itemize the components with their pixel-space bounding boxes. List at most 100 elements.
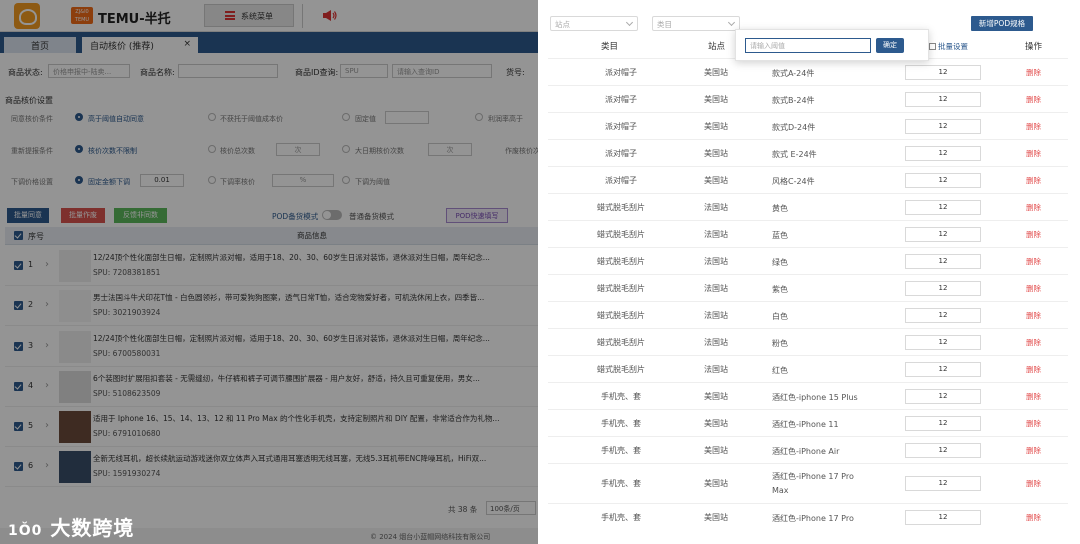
spec-row: 派对帽子 美国站 款式D-24件 12 删除: [548, 112, 1068, 139]
add-pod-spec-button[interactable]: 新增POD规格: [971, 16, 1033, 31]
spec-row: 蜡式脱毛刮片 法国站 白色 12 删除: [548, 301, 1068, 328]
spec-name: 黄色: [772, 204, 788, 213]
watermark: 1Ŏ0 大数跨境: [8, 512, 134, 541]
threshold-value-input[interactable]: 12: [905, 200, 981, 215]
delete-link[interactable]: 删除: [1026, 121, 1041, 132]
spec-category: 手机壳、套: [601, 419, 641, 428]
delete-link[interactable]: 删除: [1026, 202, 1041, 213]
delete-link[interactable]: 删除: [1026, 67, 1041, 78]
threshold-value-input[interactable]: 12: [905, 92, 981, 107]
spec-row: 蜡式脱毛刮片 法国站 紫色 12 删除: [548, 274, 1068, 301]
spec-name: 款式B-24件: [772, 96, 815, 105]
spec-name: 风格C-24件: [772, 177, 815, 186]
bulk-set-label: 批量设置: [938, 42, 968, 51]
delete-link[interactable]: 删除: [1026, 364, 1041, 375]
threshold-value-input[interactable]: 12: [905, 65, 981, 80]
delete-link[interactable]: 删除: [1026, 256, 1041, 267]
spec-row: 手机壳、套 美国站 酒红色-iPhone 11 12 删除: [548, 409, 1068, 436]
threshold-value-input[interactable]: 12: [905, 227, 981, 242]
spec-site: 美国站: [704, 122, 728, 131]
spec-category: 手机壳、套: [601, 392, 641, 401]
spec-name: 酒红色-iPhone Air: [772, 447, 840, 456]
spec-name: 酒红色-iPhone 11: [772, 420, 839, 429]
spec-site: 美国站: [704, 68, 728, 77]
spec-site: 法国站: [704, 257, 728, 266]
spec-site: 美国站: [704, 419, 728, 428]
spec-category: 派对帽子: [605, 122, 637, 131]
col-site: 站点: [708, 42, 726, 52]
category-select[interactable]: 类目: [652, 16, 740, 31]
spec-category: 蜡式脱毛刮片: [597, 257, 645, 266]
threshold-value-input[interactable]: 12: [905, 389, 981, 404]
spec-site: 法国站: [704, 230, 728, 239]
threshold-value-input[interactable]: 12: [905, 510, 981, 525]
spec-site: 法国站: [704, 311, 728, 320]
spec-category: 手机壳、套: [601, 513, 641, 522]
threshold-value-input[interactable]: 12: [905, 281, 981, 296]
delete-link[interactable]: 删除: [1026, 512, 1041, 523]
spec-row: 手机壳、套 美国站 酒红色-iPhone Air 12 删除: [548, 436, 1068, 463]
spec-name: 款式 E-24件: [772, 150, 817, 159]
spec-category: 蜡式脱毛刮片: [597, 203, 645, 212]
spec-name: 紫色: [772, 285, 788, 294]
spec-category: 派对帽子: [605, 176, 637, 185]
spec-site: 美国站: [704, 149, 728, 158]
spec-name: 白色: [772, 312, 788, 321]
delete-link[interactable]: 删除: [1026, 175, 1041, 186]
spec-row: 蜡式脱毛刮片 法国站 粉色 12 删除: [548, 328, 1068, 355]
col-category: 类目: [601, 42, 619, 52]
delete-link[interactable]: 删除: [1026, 391, 1041, 402]
delete-link[interactable]: 删除: [1026, 445, 1041, 456]
spec-category: 蜡式脱毛刮片: [597, 284, 645, 293]
watermark-logo: 1Ŏ0: [8, 523, 43, 539]
threshold-value-input[interactable]: 12: [905, 146, 981, 161]
watermark-text: 大数跨境: [50, 516, 135, 540]
spec-site: 美国站: [704, 513, 728, 522]
spec-row: 手机壳、套 美国站 酒红色-iPhone 17 Pro 12 删除: [548, 503, 1068, 530]
threshold-value-input[interactable]: 12: [905, 335, 981, 350]
threshold-value-input[interactable]: 12: [905, 443, 981, 458]
spec-category: 派对帽子: [605, 95, 637, 104]
category-placeholder: 类目: [657, 20, 672, 29]
spec-name: 红色: [772, 366, 788, 375]
spec-site: 法国站: [704, 365, 728, 374]
delete-link[interactable]: 删除: [1026, 148, 1041, 159]
modal-overlay[interactable]: [0, 0, 538, 544]
site-placeholder: 站点: [555, 20, 570, 29]
spec-site: 美国站: [704, 446, 728, 455]
spec-site: 法国站: [704, 338, 728, 347]
threshold-value-input[interactable]: 12: [905, 416, 981, 431]
spec-name: 酒红色-iphone 15 Plus: [772, 393, 858, 402]
bulk-checkbox[interactable]: [929, 43, 936, 50]
spec-name: 酒红色-iPhone 17 Pro: [772, 514, 854, 523]
threshold-value-input[interactable]: 12: [905, 308, 981, 323]
spec-row: 蜡式脱毛刮片 法国站 绿色 12 删除: [548, 247, 1068, 274]
confirm-button[interactable]: 确定: [876, 38, 904, 53]
delete-link[interactable]: 删除: [1026, 310, 1041, 321]
threshold-value-input[interactable]: 12: [905, 476, 981, 491]
spec-row: 手机壳、套 美国站 酒红色-iphone 15 Plus 12 删除: [548, 382, 1068, 409]
spec-category: 蜡式脱毛刮片: [597, 365, 645, 374]
spec-category: 手机壳、套: [601, 479, 641, 488]
threshold-value-input[interactable]: 12: [905, 173, 981, 188]
spec-row: 派对帽子 美国站 款式 E-24件 12 删除: [548, 139, 1068, 166]
spec-name: 粉色: [772, 339, 788, 348]
threshold-input[interactable]: 请输入阈值: [745, 38, 871, 53]
spec-row: 手机壳、套 美国站 酒红色-iPhone 17 Pro Max 12 删除: [548, 463, 1068, 503]
chevron-down-icon: [625, 18, 634, 27]
spec-site: 美国站: [704, 176, 728, 185]
spec-name: 款式A-24件: [772, 69, 815, 78]
threshold-value-input[interactable]: 12: [905, 254, 981, 269]
delete-link[interactable]: 删除: [1026, 418, 1041, 429]
delete-link[interactable]: 删除: [1026, 478, 1041, 489]
delete-link[interactable]: 删除: [1026, 94, 1041, 105]
delete-link[interactable]: 删除: [1026, 337, 1041, 348]
threshold-value-input[interactable]: 12: [905, 119, 981, 134]
delete-link[interactable]: 删除: [1026, 283, 1041, 294]
delete-link[interactable]: 删除: [1026, 229, 1041, 240]
threshold-value-input[interactable]: 12: [905, 362, 981, 377]
site-select[interactable]: 站点: [550, 16, 638, 31]
spec-name: 酒红色-iPhone 17 Pro Max: [772, 472, 854, 495]
bulk-set-link[interactable]: 批量设置: [929, 41, 968, 52]
spec-site: 美国站: [704, 392, 728, 401]
